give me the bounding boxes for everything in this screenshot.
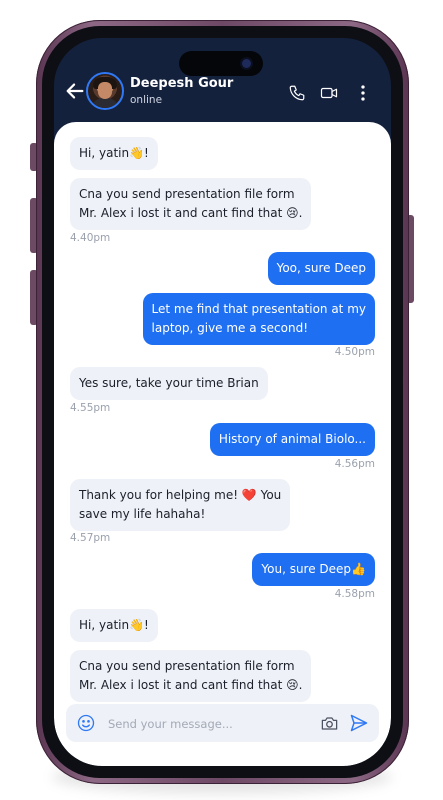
message-bubble-incoming[interactable]: Cna you send presentation file form Mr. … (70, 178, 312, 230)
message-bubble-outgoing[interactable]: History of animal Biolo... (209, 423, 375, 456)
dynamic-island (179, 51, 263, 76)
home-indicator-area (54, 750, 391, 766)
message-bubble-incoming[interactable]: Thank you for helping me! ❤️ You save my… (70, 479, 291, 531)
send-icon[interactable] (349, 713, 369, 733)
contact-name[interactable]: Deepesh Gour (130, 76, 233, 91)
message-timestamp: 4.40pm (70, 232, 111, 244)
camera-icon[interactable] (320, 714, 339, 733)
message-list: Hi, yatin👋! Cna you send presentation fi… (54, 122, 391, 766)
message-bubble-outgoing[interactable]: Let me find that presentation at my lapt… (142, 293, 375, 345)
message-bubble-outgoing[interactable]: You, sure Deep👍 (252, 553, 375, 586)
message-timestamp: 4.58pm (334, 588, 375, 600)
more-vertical-icon[interactable] (354, 84, 372, 102)
smiley-icon[interactable] (76, 713, 96, 733)
message-bubble-incoming[interactable]: Hi, yatin👋! (70, 609, 158, 642)
video-camera-icon[interactable] (320, 84, 338, 102)
message-timestamp: 4.57pm (70, 532, 111, 544)
message-input[interactable] (106, 712, 300, 736)
message-bubble-outgoing[interactable]: Yoo, sure Deep (267, 252, 375, 285)
phone-screen: Deepesh Gour online Hi, yatin👋! Cna you … (54, 38, 391, 766)
message-bubble-incoming[interactable]: Hi, yatin👋! (70, 137, 158, 170)
message-timestamp: 4.50pm (334, 346, 375, 358)
message-bubble-incoming[interactable]: Cna you send presentation file form Mr. … (70, 650, 312, 702)
phone-icon[interactable] (288, 84, 306, 102)
message-composer (66, 704, 379, 742)
message-timestamp: 4.55pm (70, 402, 111, 414)
contact-avatar[interactable] (86, 72, 124, 110)
message-bubble-incoming[interactable]: Yes sure, take your time Brian (70, 367, 268, 400)
contact-status: online (130, 94, 163, 106)
arrow-left-icon[interactable] (64, 80, 86, 102)
message-timestamp: 4.56pm (334, 458, 375, 470)
